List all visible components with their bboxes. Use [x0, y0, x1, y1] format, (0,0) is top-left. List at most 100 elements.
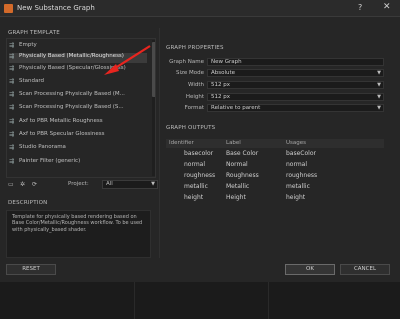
- output-usage: metallic: [286, 183, 310, 190]
- template-item[interactable]: ⇶ Painter Filter (generic): [9, 158, 147, 168]
- window-titlebar: New Substance Graph ? ✕: [0, 0, 400, 17]
- project-label: Project:: [68, 181, 89, 187]
- property-value: New Graph: [211, 59, 242, 65]
- output-usage: height: [286, 194, 306, 201]
- table-row[interactable]: basecolor Base Color baseColor: [166, 149, 384, 159]
- chevron-down-icon: ▼: [377, 105, 381, 111]
- output-label: Base Color: [226, 150, 259, 157]
- property-row: Format Relative to parent ▼: [166, 104, 384, 113]
- property-value: 512 px: [211, 82, 230, 88]
- property-label: Format: [184, 105, 204, 111]
- cancel-button[interactable]: CANCEL: [340, 264, 390, 275]
- table-row[interactable]: height Height height: [166, 193, 384, 203]
- graph-icon: ⇶: [9, 53, 15, 60]
- table-header: Identifier Label Usages: [166, 139, 384, 148]
- template-item[interactable]: ⇶ Studio Panorama: [9, 144, 147, 154]
- graph-icon: ⇶: [9, 42, 15, 49]
- app-icon: [4, 4, 13, 13]
- graph-icon: ⇶: [9, 91, 15, 98]
- height-dropdown[interactable]: 512 px ▼: [207, 93, 384, 101]
- panel-divider: [159, 28, 160, 258]
- divider: [268, 282, 269, 319]
- outputs-table: Identifier Label Usages basecolor Base C…: [166, 139, 384, 258]
- column-header: Identifier: [169, 140, 194, 146]
- template-item[interactable]: ⇶ Scan Processing Physically Based (M...: [9, 91, 147, 101]
- ok-button[interactable]: OK: [285, 264, 335, 275]
- table-row[interactable]: roughness Roughness roughness: [166, 171, 384, 181]
- chevron-down-icon: ▼: [377, 70, 381, 76]
- graph-outputs-title: GRAPH OUTPUTS: [166, 125, 216, 131]
- template-item[interactable]: ⇶ Axf to PBR Metallic Roughness: [9, 118, 147, 128]
- output-label: Height: [226, 194, 246, 201]
- description-title: DESCRIPTION: [8, 200, 48, 206]
- graph-icon: ⇶: [9, 65, 15, 72]
- output-identifier: basecolor: [184, 150, 214, 157]
- output-usage: baseColor: [286, 150, 316, 157]
- column-header: Label: [226, 140, 241, 146]
- property-value: Absolute: [211, 70, 236, 76]
- template-item[interactable]: ⇶ Empty: [9, 42, 147, 52]
- close-icon[interactable]: ✕: [383, 2, 391, 12]
- folder-icon[interactable]: ▭: [8, 181, 15, 188]
- scrollbar-thumb[interactable]: [152, 42, 155, 97]
- graph-icon: ⇶: [9, 118, 15, 125]
- property-value: 512 px: [211, 94, 230, 100]
- project-value: All: [106, 181, 113, 187]
- template-item[interactable]: ⇶ Physically Based (Specular/Glossiness): [9, 65, 147, 75]
- property-label: Graph Name: [169, 59, 204, 65]
- project-dropdown[interactable]: All ▼: [102, 180, 158, 189]
- table-row[interactable]: normal Normal normal: [166, 160, 384, 170]
- window-title: New Substance Graph: [17, 4, 95, 12]
- help-icon[interactable]: ?: [358, 3, 362, 12]
- template-label: Studio Panorama: [19, 144, 66, 150]
- background-area: [0, 282, 400, 319]
- property-label: Width: [188, 82, 204, 88]
- template-item[interactable]: ⇶ Scan Processing Physically Based (S...: [9, 104, 147, 114]
- template-list: ⇶ Empty ⇶ Physically Based (Metallic/Rough…: [6, 38, 156, 178]
- graph-icon: ⇶: [9, 78, 15, 85]
- output-identifier: normal: [184, 161, 206, 168]
- template-label: Scan Processing Physically Based (S...: [19, 104, 124, 110]
- template-item[interactable]: ⇶ Standard: [9, 78, 147, 88]
- template-label: Standard: [19, 78, 45, 84]
- template-label: Axf to PBR Metallic Roughness: [19, 118, 103, 124]
- template-item[interactable]: ⇶ Axf to PBR Specular Glossiness: [9, 131, 147, 141]
- chevron-down-icon: ▼: [377, 82, 381, 88]
- graph-icon: ⇶: [9, 104, 15, 111]
- template-label: Axf to PBR Specular Glossiness: [19, 131, 105, 137]
- output-label: Normal: [226, 161, 248, 168]
- template-item-selected[interactable]: ⇶ Physically Based (Metallic/Roughness): [9, 53, 147, 63]
- property-row: Graph Name New Graph: [166, 58, 384, 67]
- graph-name-input[interactable]: New Graph: [207, 58, 384, 66]
- column-header: Usages: [286, 140, 307, 146]
- output-label: Metallic: [226, 183, 250, 190]
- reset-button[interactable]: RESET: [6, 264, 56, 275]
- template-scrollbar[interactable]: [152, 40, 155, 176]
- output-identifier: metallic: [184, 183, 208, 190]
- refresh-icon[interactable]: ⟳: [32, 181, 39, 188]
- property-label: Size Mode: [175, 70, 204, 76]
- output-identifier: height: [184, 194, 204, 201]
- description-text: Template for physically based rendering …: [6, 210, 151, 258]
- output-identifier: roughness: [184, 172, 216, 179]
- format-dropdown[interactable]: Relative to parent ▼: [207, 104, 384, 112]
- chevron-down-icon: ▼: [151, 181, 155, 187]
- size-mode-dropdown[interactable]: Absolute ▼: [207, 69, 384, 77]
- chevron-down-icon: ▼: [377, 94, 381, 100]
- width-dropdown[interactable]: 512 px ▼: [207, 81, 384, 89]
- output-usage: normal: [286, 161, 308, 168]
- gear-icon[interactable]: ✲: [20, 181, 27, 188]
- table-row[interactable]: metallic Metallic metallic: [166, 182, 384, 192]
- template-label: Empty: [19, 42, 37, 48]
- graph-icon: ⇶: [9, 131, 15, 138]
- divider: [134, 282, 135, 319]
- graph-icon: ⇶: [9, 158, 15, 165]
- template-label: Physically Based (Specular/Glossiness): [19, 65, 126, 71]
- property-label: Height: [185, 94, 204, 100]
- graph-icon: ⇶: [9, 144, 15, 151]
- template-label: Physically Based (Metallic/Roughness): [19, 53, 124, 59]
- graph-properties-title: GRAPH PROPERTIES: [166, 45, 224, 51]
- property-row: Width 512 px ▼: [166, 81, 384, 90]
- output-usage: roughness: [286, 172, 318, 179]
- template-toolbar: ▭ ✲ ⟳ Project: All ▼: [8, 180, 158, 190]
